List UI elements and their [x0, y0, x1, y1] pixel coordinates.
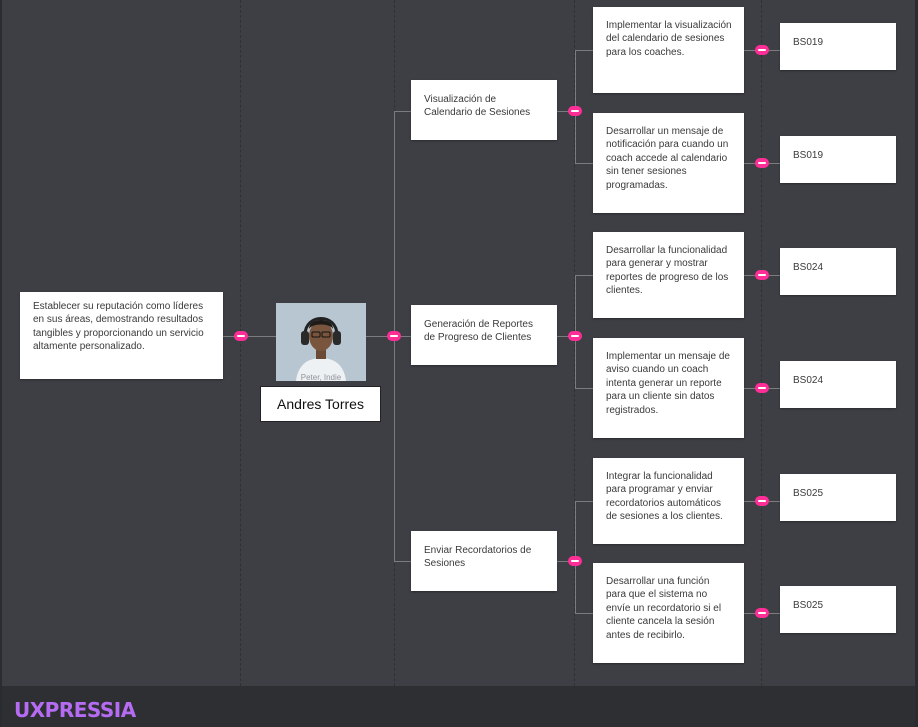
story-code: BS025	[793, 488, 824, 499]
task-text: Implementar un mensaje de aviso cuando u…	[606, 351, 730, 416]
task-card[interactable]: Implementar la visualización del calenda…	[593, 7, 744, 93]
task-text: Implementar la visualización del calenda…	[606, 20, 732, 58]
story-code: BS024	[793, 262, 824, 273]
collapse-toggle-icon[interactable]	[234, 331, 248, 341]
feature-title: Enviar Recordatorios de Sesiones	[424, 545, 532, 570]
connector-line	[575, 163, 593, 164]
connector-line	[575, 613, 593, 614]
collapse-toggle-icon[interactable]	[755, 158, 769, 168]
collapse-toggle-icon[interactable]	[755, 45, 769, 55]
feature-card[interactable]: Visualización de Calendario de Sesiones	[411, 80, 557, 140]
task-card[interactable]: Desarrollar un mensaje de notificación p…	[593, 113, 744, 213]
connector-line	[394, 111, 411, 112]
task-card[interactable]: Integrar la funcionalidad para programar…	[593, 458, 744, 544]
frame-border	[0, 0, 2, 727]
connector-line	[575, 50, 593, 51]
collapse-toggle-icon[interactable]	[568, 106, 582, 116]
connector-line	[575, 388, 593, 389]
goal-card[interactable]: Establecer su reputación como líderes en…	[20, 292, 223, 379]
collapse-toggle-icon[interactable]	[568, 556, 582, 566]
collapse-toggle-icon[interactable]	[755, 270, 769, 280]
story-code: BS019	[793, 37, 824, 48]
persona-avatar-icon	[276, 303, 366, 381]
story-code-card[interactable]: BS024	[780, 248, 896, 295]
persona-photo-caption: Peter, Indie	[300, 373, 342, 382]
feature-title: Visualización de Calendario de Sesiones	[424, 94, 531, 119]
task-card[interactable]: Desarrollar una función para que el sist…	[593, 563, 744, 663]
story-code-card[interactable]: BS019	[780, 23, 896, 70]
column-guide	[240, 0, 241, 686]
task-text: Integrar la funcionalidad para programar…	[606, 471, 723, 523]
column-guide	[761, 0, 762, 686]
story-code: BS025	[793, 600, 824, 611]
collapse-toggle-icon[interactable]	[387, 331, 401, 341]
footer-bar	[0, 686, 918, 727]
story-code: BS019	[793, 150, 824, 161]
story-code-card[interactable]: BS024	[780, 361, 896, 408]
collapse-toggle-icon[interactable]	[755, 383, 769, 393]
feature-card[interactable]: Generación de Reportes de Progreso de Cl…	[411, 305, 557, 365]
persona-name: Andres Torres	[260, 386, 381, 422]
goal-text: Establecer su reputación como líderes en…	[33, 301, 204, 353]
collapse-toggle-icon[interactable]	[755, 496, 769, 506]
task-text: Desarrollar la funcionalidad para genera…	[606, 245, 729, 297]
collapse-toggle-icon[interactable]	[755, 608, 769, 618]
connector-line	[575, 501, 593, 502]
task-card[interactable]: Desarrollar la funcionalidad para genera…	[593, 232, 744, 318]
story-code-card[interactable]: BS025	[780, 474, 896, 521]
connector-line	[223, 336, 276, 337]
story-code-card[interactable]: BS019	[780, 136, 896, 183]
story-code: BS024	[793, 375, 824, 386]
feature-card[interactable]: Enviar Recordatorios de Sesiones	[411, 531, 557, 591]
persona-photo	[276, 303, 366, 381]
task-text: Desarrollar un mensaje de notificación p…	[606, 126, 729, 191]
connector-line	[575, 275, 593, 276]
journey-map-canvas: Establecer su reputación como líderes en…	[0, 0, 918, 727]
story-code-card[interactable]: BS025	[780, 586, 896, 633]
collapse-toggle-icon[interactable]	[568, 331, 582, 341]
connector-line	[394, 561, 411, 562]
task-card[interactable]: Implementar un mensaje de aviso cuando u…	[593, 338, 744, 438]
brand-logo: UXPRESSIA	[14, 698, 136, 722]
feature-title: Generación de Reportes de Progreso de Cl…	[424, 319, 533, 344]
task-text: Desarrollar una función para que el sist…	[606, 576, 722, 641]
